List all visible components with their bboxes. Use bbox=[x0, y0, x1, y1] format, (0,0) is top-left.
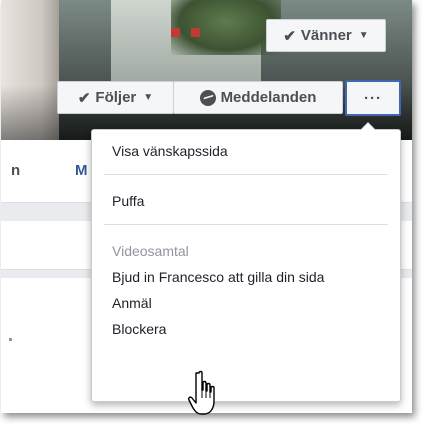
nav-tab-partial-more[interactable]: M bbox=[75, 162, 88, 179]
menu-item-video-call: Videosamtal bbox=[112, 243, 189, 259]
message-button[interactable]: Meddelanden bbox=[173, 81, 343, 114]
check-icon: ✔ bbox=[77, 89, 91, 107]
more-options-menu: Visa vänskapssida Puffa Videosamtal Bjud… bbox=[91, 122, 401, 402]
menu-item-view-friendship[interactable]: Visa vänskapssida bbox=[92, 138, 400, 164]
friends-button-label: Vänner bbox=[300, 27, 352, 44]
cover-sign bbox=[191, 28, 200, 37]
cover-foliage bbox=[171, 0, 281, 55]
check-icon: ✔ bbox=[283, 27, 296, 45]
hand-pointer-cursor-icon bbox=[188, 370, 215, 415]
menu-item-report[interactable]: Anmäl bbox=[92, 290, 400, 316]
nav-tab-partial[interactable]: n bbox=[11, 162, 20, 179]
menu-divider bbox=[104, 174, 388, 175]
more-options-button[interactable]: ··· bbox=[345, 80, 401, 116]
caret-down-icon: ▼ bbox=[143, 92, 154, 103]
text-fragment bbox=[9, 338, 12, 341]
menu-divider bbox=[104, 224, 388, 225]
follow-button-label: Följer bbox=[95, 89, 137, 106]
cover-sign bbox=[171, 28, 180, 37]
friends-button[interactable]: ✔ Vänner ▼ bbox=[266, 19, 386, 52]
menu-item-block[interactable]: Blockera bbox=[92, 316, 400, 342]
caret-down-icon: ▼ bbox=[358, 30, 369, 41]
follow-button[interactable]: ✔ Följer ▼ bbox=[57, 81, 174, 114]
message-button-label: Meddelanden bbox=[220, 89, 317, 106]
menu-item-invite-like-page[interactable]: Bjud in Francesco att gilla din sida bbox=[92, 264, 400, 290]
menu-item-poke[interactable]: Puffa bbox=[92, 188, 400, 214]
messenger-icon bbox=[199, 89, 216, 106]
more-dots-icon: ··· bbox=[364, 89, 382, 107]
